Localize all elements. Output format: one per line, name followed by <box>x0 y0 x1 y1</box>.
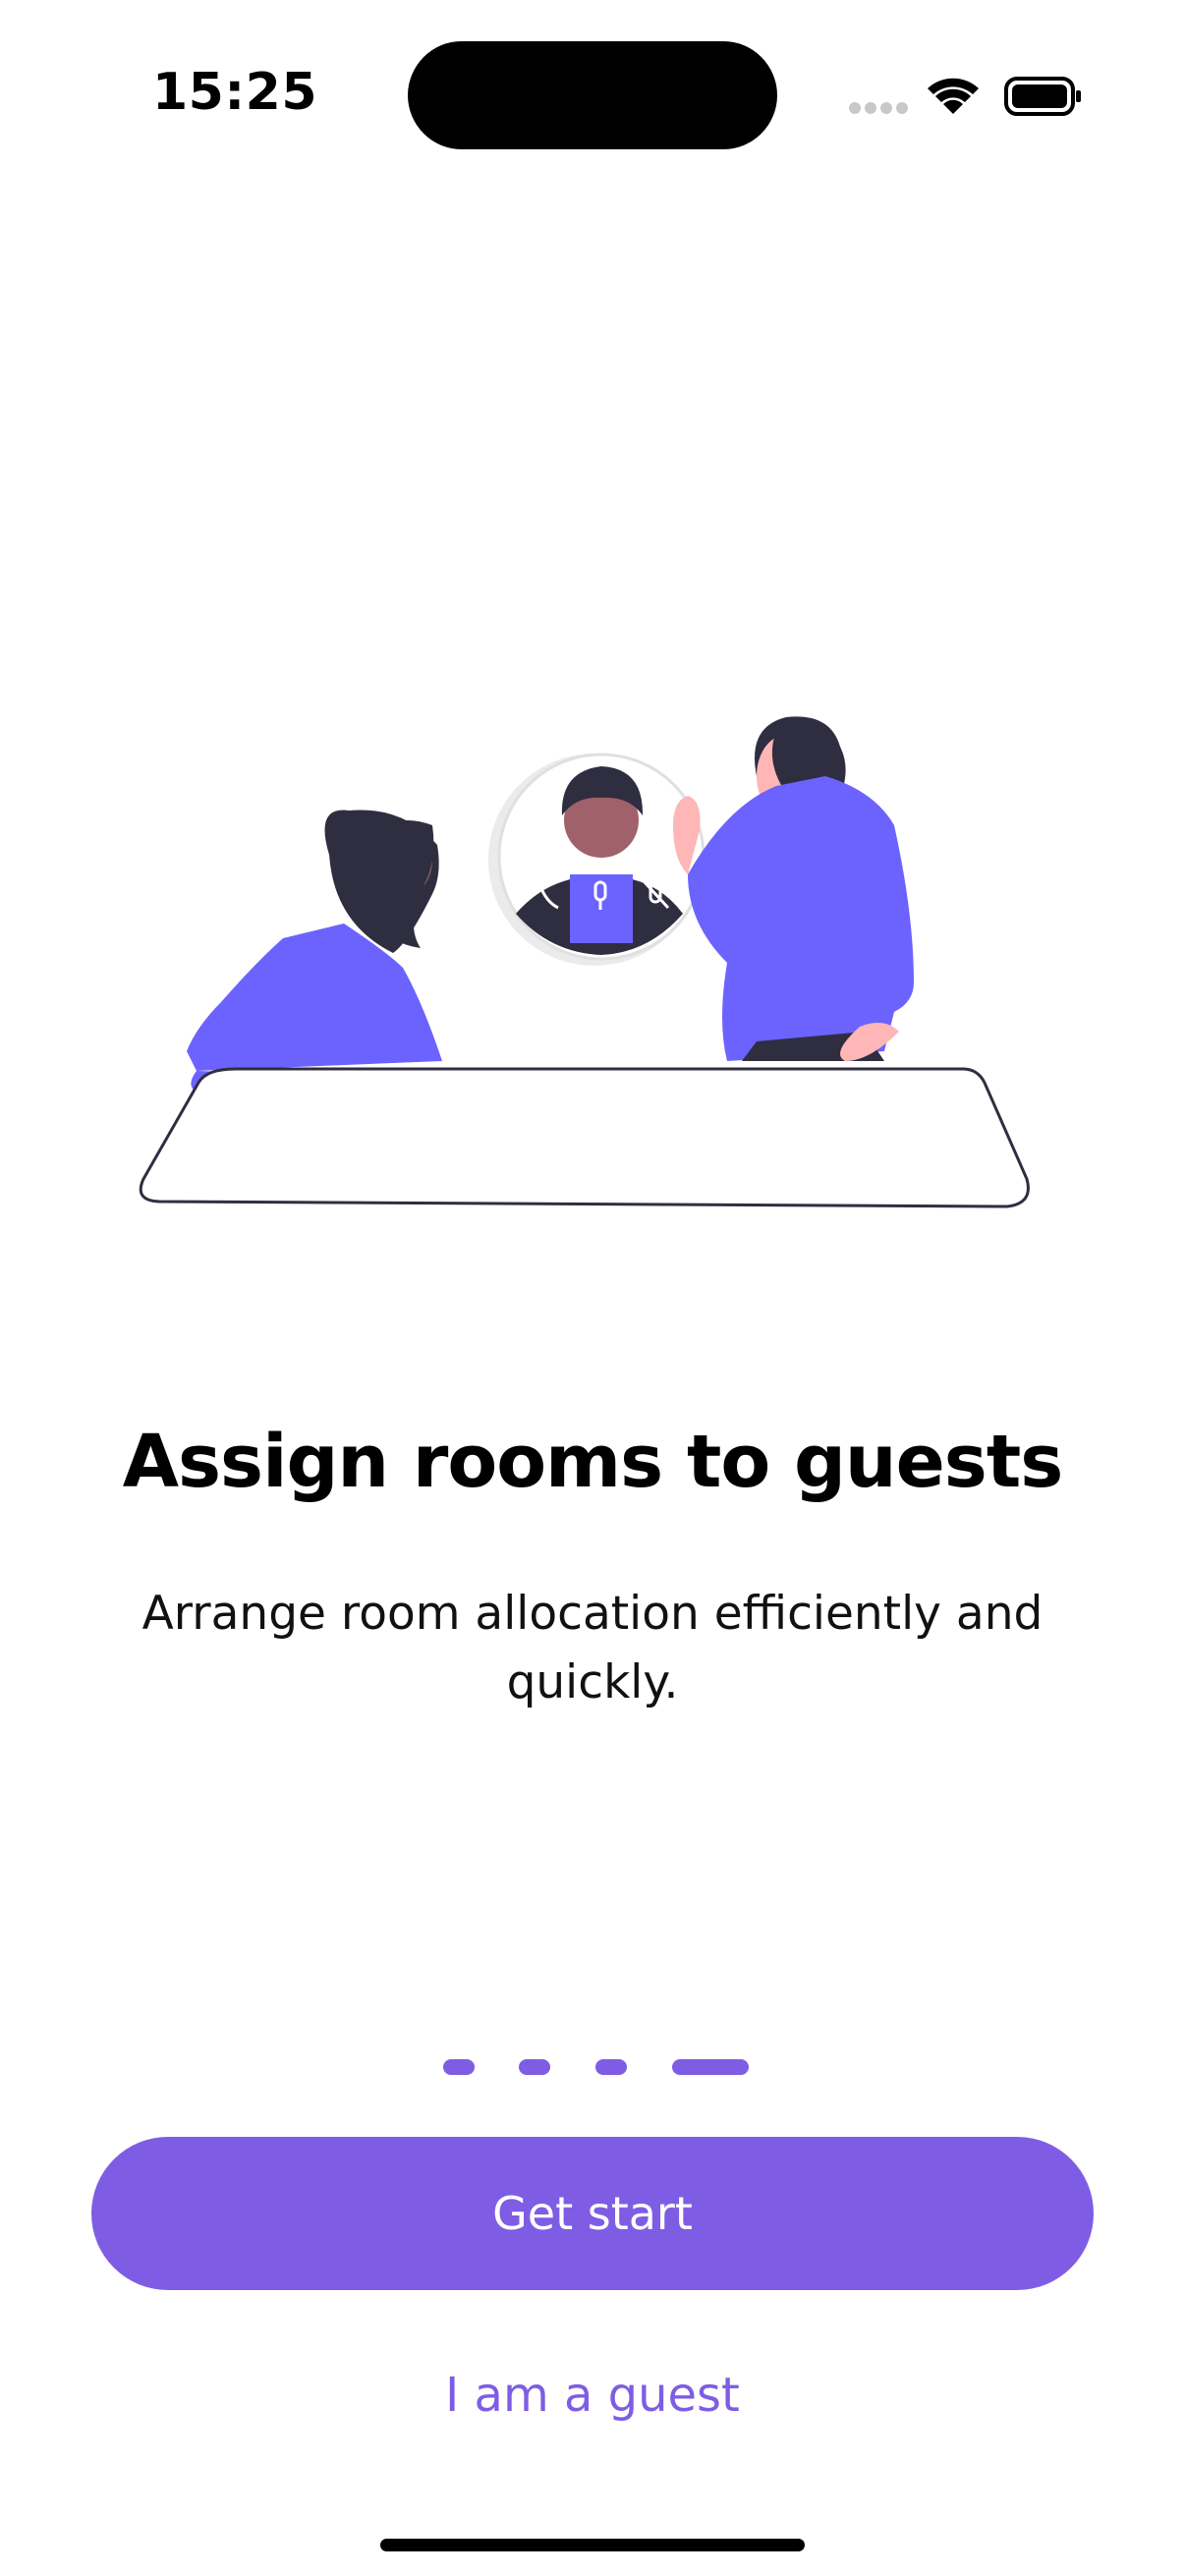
guest-link[interactable]: I am a guest <box>0 2368 1185 2423</box>
get-start-button[interactable]: Get start <box>91 2137 1094 2290</box>
page-dot-2[interactable] <box>519 2059 550 2075</box>
wifi-icon <box>928 78 979 114</box>
page-dot-4-active[interactable] <box>672 2059 749 2075</box>
meeting-illustration <box>138 629 1042 1258</box>
battery-icon <box>1004 77 1081 116</box>
standing-woman <box>673 716 914 1061</box>
status-time: 15:25 <box>152 63 318 122</box>
onboarding-subtitle: Arrange room allocation efficiently and … <box>141 1587 1044 1709</box>
status-bar: 15:25 <box>0 0 1185 196</box>
status-icons <box>847 71 1083 120</box>
page-indicator <box>0 2059 1185 2079</box>
video-call-bubble <box>488 753 705 966</box>
meeting-table <box>139 1067 1030 1208</box>
page-dot-1[interactable] <box>443 2059 475 2075</box>
sitting-woman <box>187 810 442 1112</box>
dynamic-island <box>408 41 777 149</box>
onboarding-title: Assign rooms to guests <box>122 1420 1064 1504</box>
page-dot-3[interactable] <box>595 2059 627 2075</box>
signal-dots-icon <box>849 102 908 114</box>
home-indicator[interactable] <box>380 2539 805 2551</box>
